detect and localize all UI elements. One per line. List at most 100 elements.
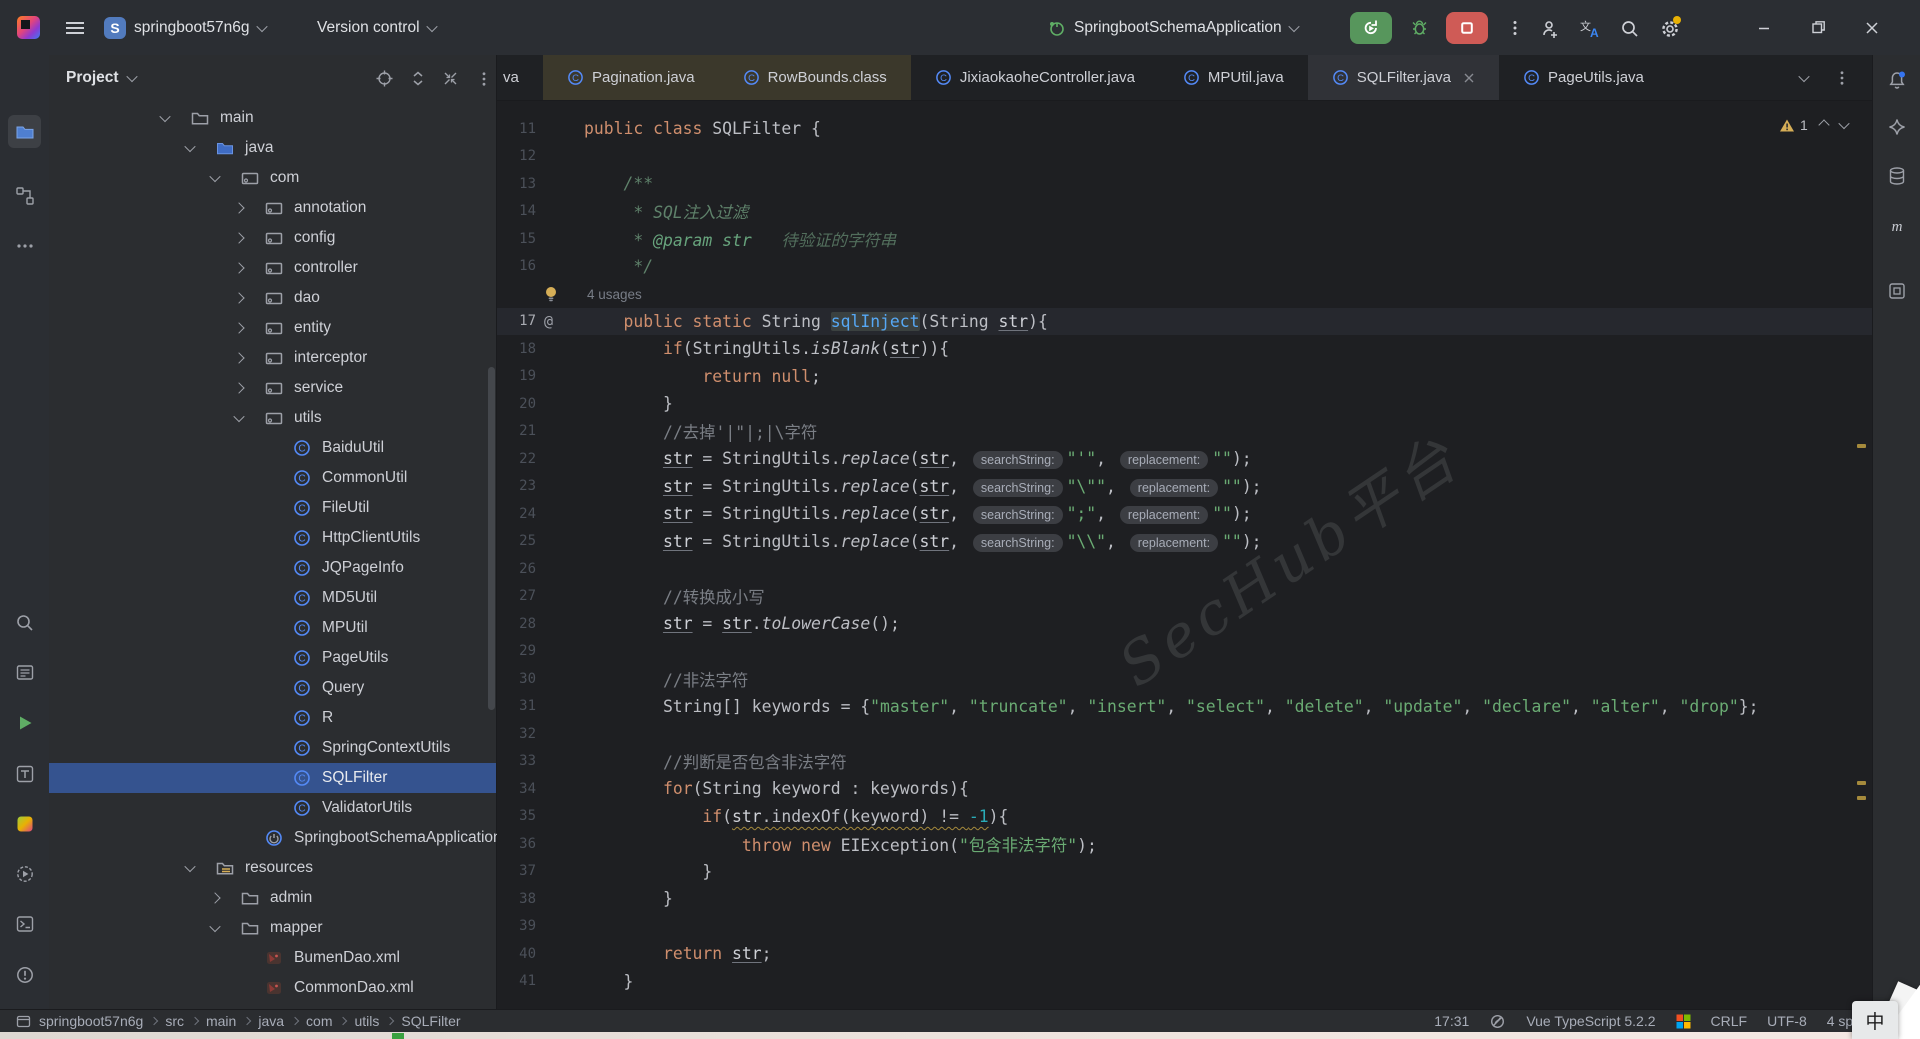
- breadcrumb-item[interactable]: SQLFilter: [401, 1013, 460, 1029]
- tree-item-commondao-xml[interactable]: CommonDao.xml: [49, 973, 496, 1003]
- tree-item-dao[interactable]: dao: [49, 283, 496, 313]
- run-configuration-widget[interactable]: SpringbootSchemaApplication: [1048, 0, 1298, 55]
- breadcrumb-item[interactable]: com: [306, 1013, 332, 1029]
- code-viewport[interactable]: 11public class SQLFilter {1213 /**14 * S…: [497, 101, 1872, 995]
- chevron-down-icon[interactable]: [209, 921, 220, 932]
- breadcrumb-item[interactable]: springboot57n6g: [39, 1013, 143, 1029]
- tree-item-validatorutils[interactable]: CValidatorUtils: [49, 793, 496, 823]
- find-icon[interactable]: [8, 656, 41, 689]
- tree-item-sqlfilter[interactable]: CSQLFilter: [49, 763, 496, 793]
- chevron-right-icon[interactable]: [209, 892, 220, 903]
- editor-tab-mputil-java[interactable]: CMPUtil.java: [1159, 55, 1308, 100]
- encoding-widget[interactable]: UTF-8: [1767, 1013, 1807, 1029]
- more-tool-windows-icon[interactable]: [8, 229, 41, 262]
- dependencies-icon[interactable]: [1880, 274, 1913, 307]
- tree-item-annotation[interactable]: annotation: [49, 193, 496, 223]
- main-menu-button[interactable]: [58, 0, 92, 55]
- notifications-bell-icon[interactable]: [1880, 63, 1913, 96]
- translate-icon[interactable]: 文A: [1580, 19, 1598, 37]
- minimize-button[interactable]: [1746, 10, 1782, 46]
- breadcrumb-item[interactable]: src: [165, 1013, 184, 1029]
- collapse-all-icon[interactable]: [441, 69, 460, 88]
- tree-item-config[interactable]: config: [49, 223, 496, 253]
- chevron-right-icon[interactable]: [233, 232, 244, 243]
- tree-item-mputil[interactable]: CMPUtil: [49, 613, 496, 643]
- inspections-widget[interactable]: 1: [1779, 111, 1848, 139]
- tree-item-jqpageinfo[interactable]: CJQPageInfo: [49, 553, 496, 583]
- tree-item-entity[interactable]: entity: [49, 313, 496, 343]
- language-widget[interactable]: Vue TypeScript 5.2.2: [1526, 1013, 1655, 1029]
- chevron-right-icon[interactable]: [233, 382, 244, 393]
- rerun-button[interactable]: [1350, 12, 1392, 44]
- tree-item-com[interactable]: com: [49, 163, 496, 193]
- problems-icon[interactable]: [8, 958, 41, 991]
- project-folder-icon[interactable]: [8, 115, 41, 148]
- debug-button[interactable]: [1398, 12, 1440, 44]
- tree-item-admin[interactable]: admin: [49, 883, 496, 913]
- tab-options-kebab-icon[interactable]: [1834, 70, 1850, 86]
- tree-item-service[interactable]: service: [49, 373, 496, 403]
- tree-item-java[interactable]: java: [49, 133, 496, 163]
- tree-item-springcontextutils[interactable]: CSpringContextUtils: [49, 733, 496, 763]
- tree-item-resources[interactable]: resources: [49, 853, 496, 883]
- close-tab-icon[interactable]: [1463, 72, 1475, 84]
- usages-hint[interactable]: 4 usages: [587, 287, 642, 302]
- scrollbar-warning-mark[interactable]: [1857, 796, 1866, 800]
- more-run-options-button[interactable]: [1494, 12, 1536, 44]
- breadcrumb-item[interactable]: main: [206, 1013, 236, 1029]
- chevron-right-icon[interactable]: [233, 322, 244, 333]
- tree-item-utils[interactable]: utils: [49, 403, 496, 433]
- highlighting-level-icon[interactable]: [1489, 1013, 1506, 1030]
- chevron-right-icon[interactable]: [233, 202, 244, 213]
- structure-icon[interactable]: [8, 179, 41, 212]
- plugin-icon[interactable]: [8, 807, 41, 840]
- tab-partial[interactable]: va: [497, 55, 543, 100]
- scrollbar-warning-mark[interactable]: [1857, 781, 1866, 785]
- prev-problem-icon[interactable]: [1818, 119, 1829, 130]
- microsoft-colors-icon[interactable]: [1676, 1014, 1691, 1029]
- tree-item-controller[interactable]: controller: [49, 253, 496, 283]
- code-with-me-icon[interactable]: [1540, 19, 1558, 37]
- chevron-right-icon[interactable]: [233, 262, 244, 273]
- close-button[interactable]: [1854, 10, 1890, 46]
- caret-position-widget[interactable]: 17:31: [1434, 1013, 1469, 1029]
- todo-icon[interactable]: [8, 757, 41, 790]
- tree-item-r[interactable]: CR: [49, 703, 496, 733]
- project-panel-title[interactable]: Project: [66, 69, 136, 87]
- vcs-widget[interactable]: Version control: [317, 0, 436, 55]
- tree-item-commonutil[interactable]: CCommonUtil: [49, 463, 496, 493]
- tree-item-query[interactable]: CQuery: [49, 673, 496, 703]
- chevron-right-icon[interactable]: [233, 352, 244, 363]
- tree-item-md5util[interactable]: CMD5Util: [49, 583, 496, 613]
- tree-item-httpclientutils[interactable]: CHttpClientUtils: [49, 523, 496, 553]
- chevron-down-icon[interactable]: [233, 411, 244, 422]
- tab-list-chevron-icon[interactable]: [1798, 70, 1809, 81]
- next-problem-icon[interactable]: [1838, 118, 1849, 129]
- tree-item-baiduutil[interactable]: CBaiduUtil: [49, 433, 496, 463]
- ai-assistant-icon[interactable]: [1880, 110, 1913, 143]
- tree-item-mapper[interactable]: mapper: [49, 913, 496, 943]
- search-everywhere-icon[interactable]: [1620, 19, 1638, 37]
- scrollbar-warning-mark[interactable]: [1857, 444, 1866, 448]
- tree-item-springbootschemaapplication[interactable]: SpringbootSchemaApplication: [49, 823, 496, 853]
- stop-button[interactable]: [1446, 12, 1488, 44]
- expand-all-icon[interactable]: [408, 69, 427, 88]
- tree-item-main[interactable]: main: [49, 103, 496, 133]
- tree-scrollbar-thumb[interactable]: [488, 367, 495, 710]
- terminal-icon[interactable]: [8, 907, 41, 940]
- tree-item-interceptor[interactable]: interceptor: [49, 343, 496, 373]
- run-icon[interactable]: [8, 706, 41, 739]
- settings-gear-icon[interactable]: [1660, 19, 1678, 37]
- editor-tab-jixiaokaohecontroller-java[interactable]: CJixiaokaoheController.java: [911, 55, 1159, 100]
- breadcrumb-item[interactable]: java: [258, 1013, 284, 1029]
- intention-bulb-icon[interactable]: [536, 286, 584, 302]
- locate-icon[interactable]: [375, 69, 394, 88]
- tree-item-fileutil[interactable]: CFileUtil: [49, 493, 496, 523]
- panel-more-icon[interactable]: [474, 69, 493, 88]
- services-icon[interactable]: [8, 857, 41, 890]
- editor-tab-sqlfilter-java[interactable]: CSQLFilter.java: [1308, 55, 1499, 100]
- tree-item-bumendao-xml[interactable]: BumenDao.xml: [49, 943, 496, 973]
- project-widget[interactable]: S springboot57n6g: [104, 0, 266, 55]
- chevron-down-icon[interactable]: [184, 141, 195, 152]
- line-ending-widget[interactable]: CRLF: [1711, 1013, 1748, 1029]
